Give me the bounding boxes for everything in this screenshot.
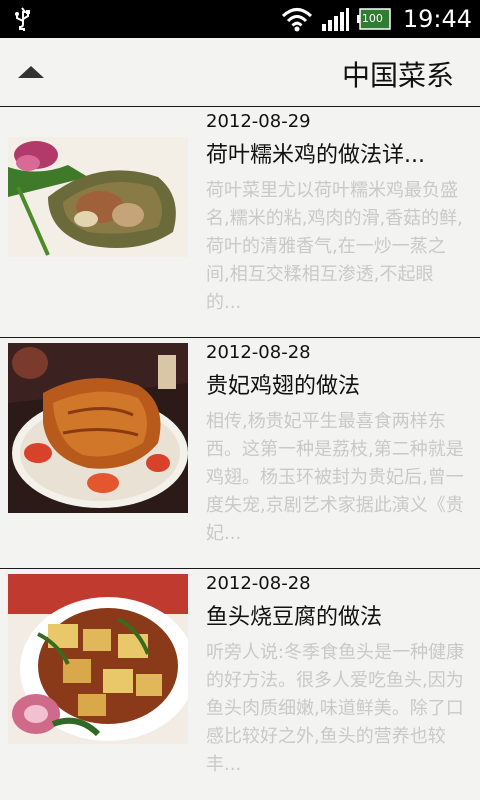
item-title: 鱼头烧豆腐的做法 bbox=[206, 605, 383, 630]
list-item[interactable]: 2012-08-28 鱼头烧豆腐的做法 听旁人说:冬季食鱼头是一种健康的好方法。… bbox=[0, 569, 480, 800]
wifi-icon bbox=[281, 8, 312, 32]
item-description: 听旁人说:冬季食鱼头是一种健康的好方法。很多人爱吃鱼头,因为鱼头肉质细嫩,味道鲜… bbox=[206, 642, 465, 775]
recipe-thumbnail bbox=[8, 574, 188, 744]
fish-head-tofu-image bbox=[8, 574, 188, 744]
recipe-thumbnail bbox=[8, 343, 188, 513]
page-title: 中国菜系 bbox=[341, 59, 454, 92]
item-date: 2012-08-29 bbox=[206, 111, 311, 132]
status-indicators: 100 19:44 bbox=[281, 0, 472, 38]
action-bar: 中国菜系 bbox=[0, 38, 480, 107]
recipe-thumbnail bbox=[8, 137, 188, 257]
status-bar: 100 19:44 bbox=[0, 0, 480, 38]
collapse-arrow-icon[interactable] bbox=[18, 66, 44, 78]
item-date: 2012-08-28 bbox=[206, 573, 311, 594]
lotus-leaf-chicken-image bbox=[8, 137, 188, 257]
item-date: 2012-08-28 bbox=[206, 342, 311, 363]
signal-icon bbox=[321, 8, 349, 31]
list-item[interactable]: 2012-08-29 荷叶糯米鸡的做法详... 荷叶菜里尤以荷叶糯米鸡最负盛名,… bbox=[0, 107, 480, 338]
item-description: 荷叶菜里尤以荷叶糯米鸡最负盛名,糯米的粘,鸡肉的滑,香菇的鲜,荷叶的清雅香气,在… bbox=[206, 180, 463, 313]
battery-level: 100 bbox=[361, 12, 383, 25]
item-title: 贵妃鸡翅的做法 bbox=[206, 374, 361, 399]
item-description: 相传,杨贵妃平生最喜食两样东西。这第一种是荔枝,第二种就是鸡翅。杨玉环被封为贵妃… bbox=[206, 411, 464, 544]
imperial-chicken-wings-image bbox=[8, 343, 188, 513]
usb-icon bbox=[15, 7, 30, 31]
item-title: 荷叶糯米鸡的做法详... bbox=[206, 143, 425, 168]
battery-icon: 100 bbox=[356, 8, 391, 30]
list-item[interactable]: 2012-08-28 贵妃鸡翅的做法 相传,杨贵妃平生最喜食两样东西。这第一种是… bbox=[0, 338, 480, 569]
recipe-list: 2012-08-29 荷叶糯米鸡的做法详... 荷叶菜里尤以荷叶糯米鸡最负盛名,… bbox=[0, 107, 480, 800]
clock: 19:44 bbox=[402, 5, 472, 33]
